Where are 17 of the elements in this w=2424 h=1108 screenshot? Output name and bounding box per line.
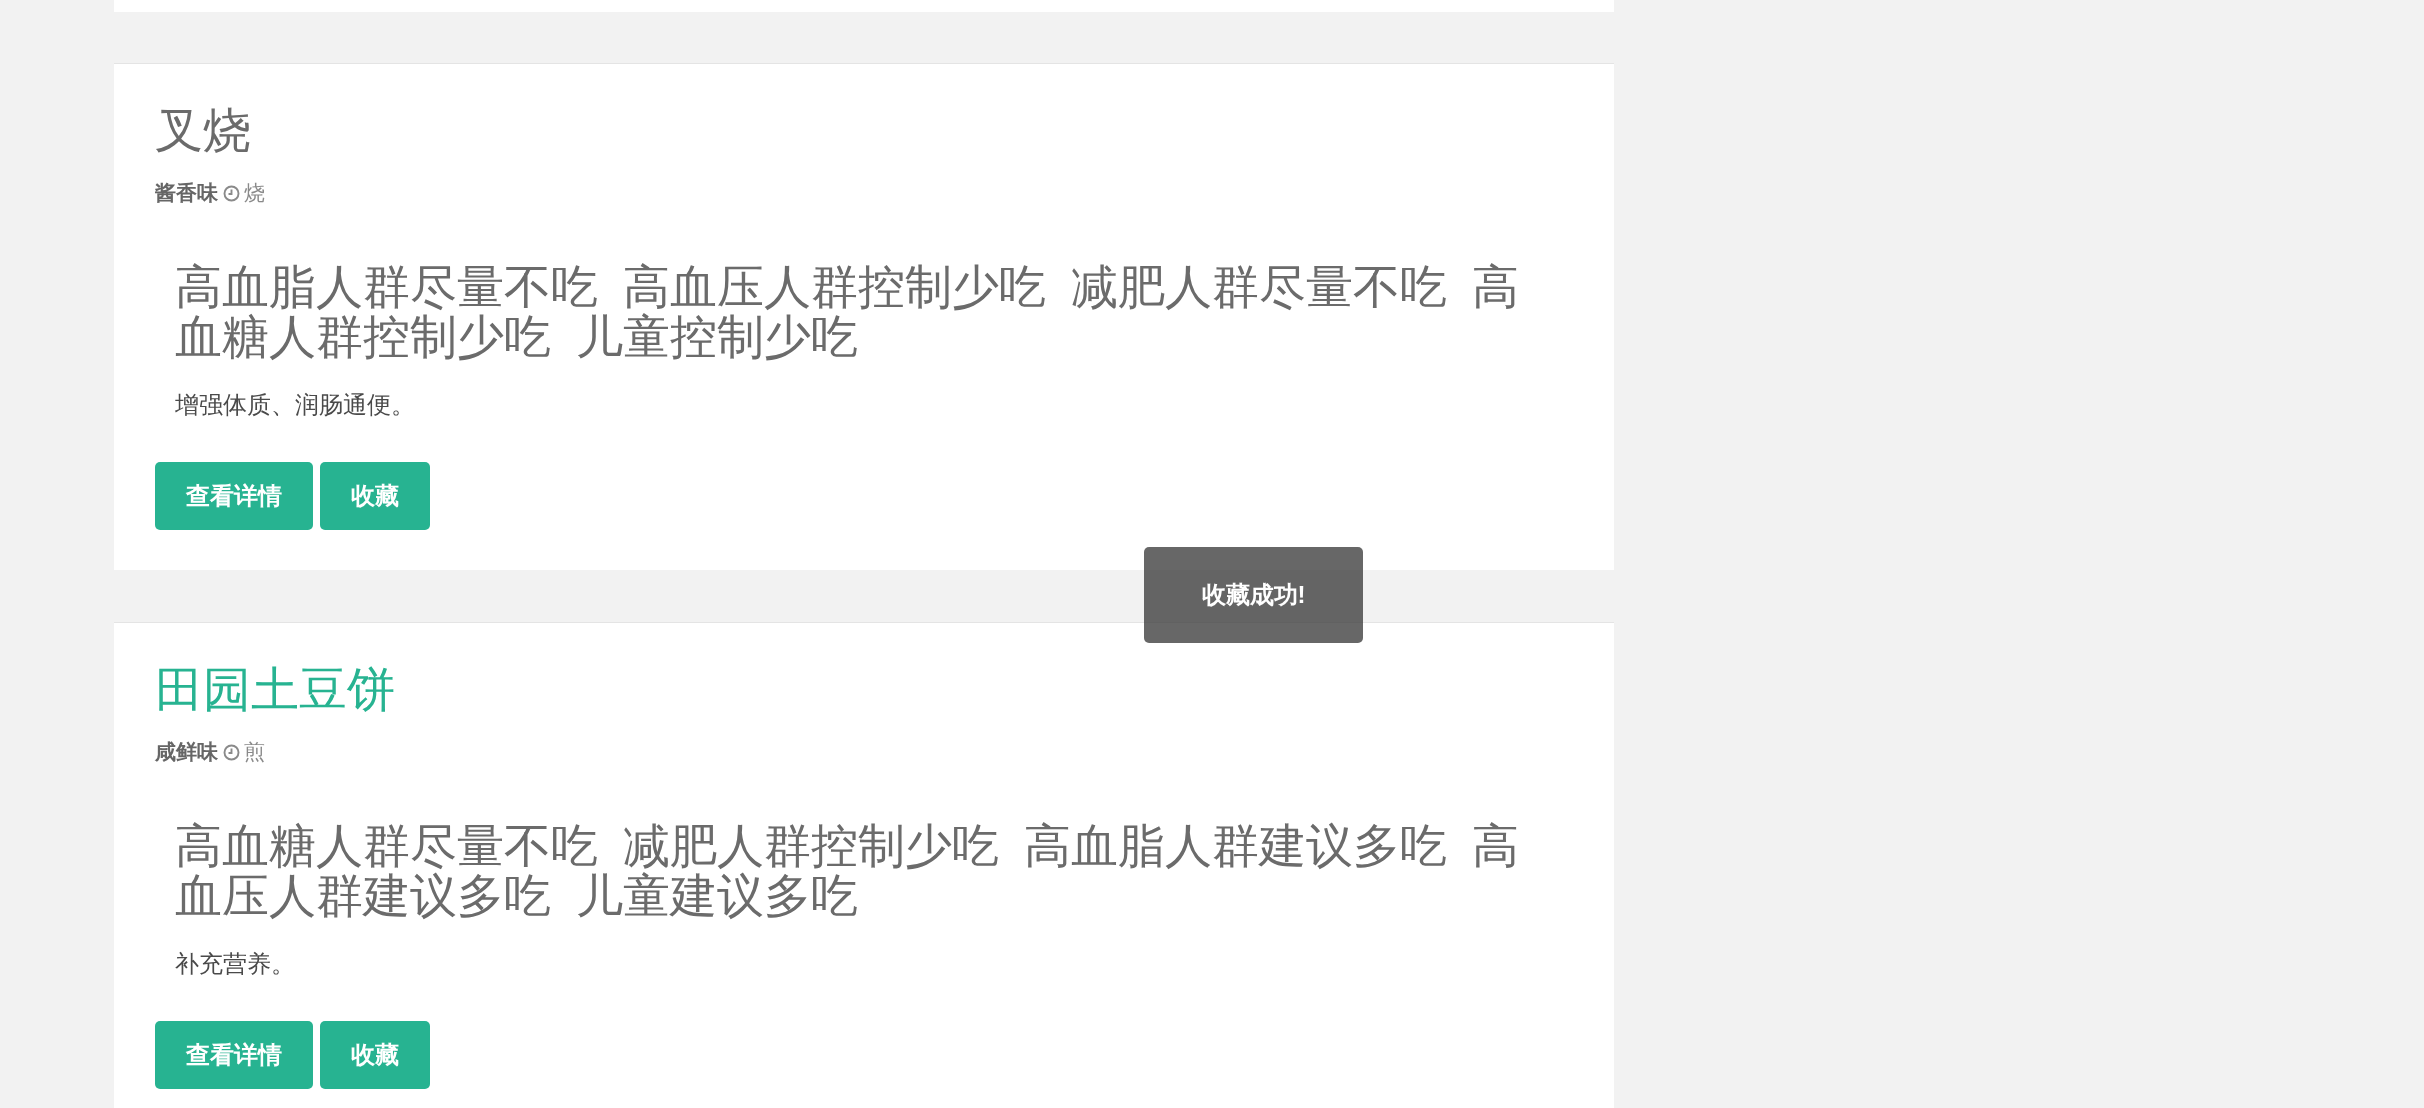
favorite-button[interactable]: 收藏: [320, 1021, 430, 1089]
view-details-button[interactable]: 查看详情: [155, 462, 313, 530]
benefit-text: 补充营养。: [175, 949, 296, 979]
cooking-method: 煎: [244, 739, 265, 765]
flavor-label: 酱香味: [155, 180, 218, 206]
clock-icon: [223, 184, 240, 202]
favorite-button[interactable]: 收藏: [320, 462, 430, 530]
benefit-text: 增强体质、润肠通便。: [175, 390, 416, 420]
view-details-button[interactable]: 查看详情: [155, 1021, 313, 1089]
cooking-method: 烧: [244, 180, 265, 206]
clock-icon: [223, 743, 240, 761]
diet-advice: 高血糖人群尽量不吃 减肥人群控制少吃 高血脂人群建议多吃 高血压人群建议多吃 儿童建议多吃: [175, 821, 1520, 921]
recipe-title-link[interactable]: 田园土豆饼: [155, 662, 395, 718]
diet-advice: 高血脂人群尽量不吃 高血压人群控制少吃 减肥人群尽量不吃 高血糖人群控制少吃 儿童控制少吃: [175, 262, 1520, 362]
toast-message: 收藏成功!: [1144, 547, 1363, 643]
recipe-title-link[interactable]: 叉烧: [155, 103, 251, 159]
flavor-label: 咸鲜味: [155, 739, 218, 765]
